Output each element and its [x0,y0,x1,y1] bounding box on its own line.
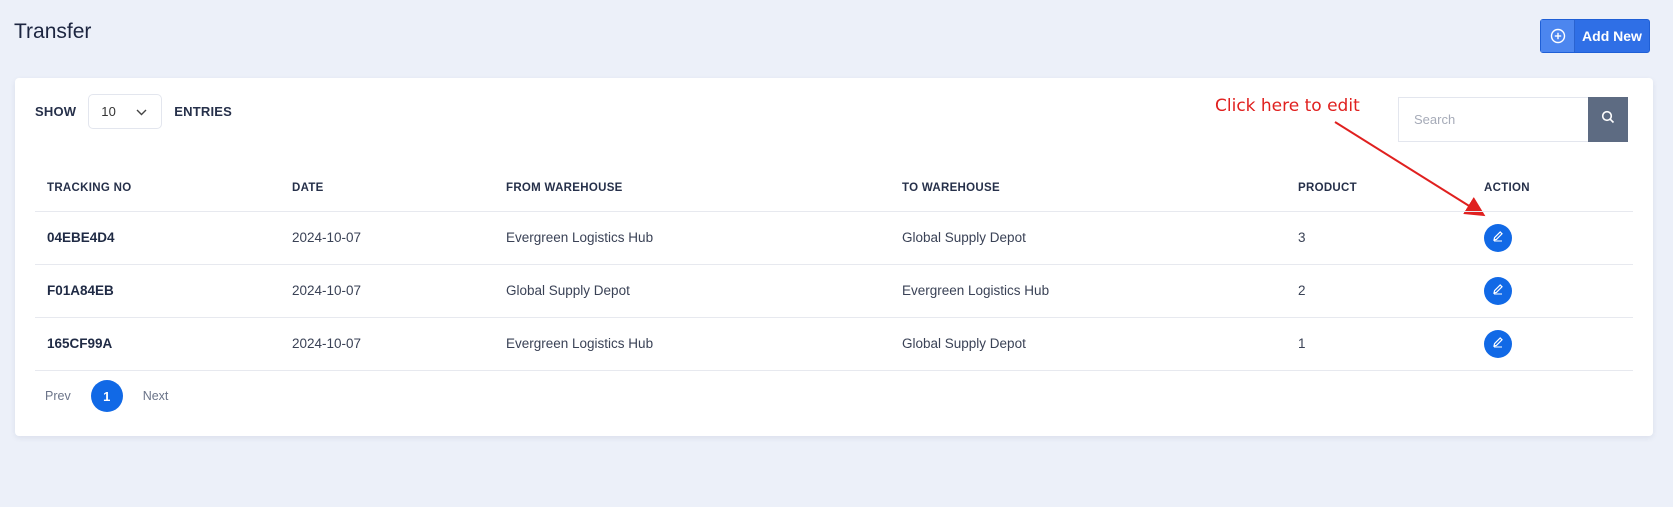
tracking-no-cell: F01A84EB [35,264,280,318]
tracking-no-cell: 165CF99A [35,317,280,371]
date-cell: 2024-10-07 [280,211,494,265]
from-warehouse-cell: Global Supply Depot [494,264,890,318]
table-row: F01A84EB 2024-10-07 Global Supply Depot … [35,264,1633,318]
edit-hint-annotation: Click here to edit [1215,96,1360,116]
search-input[interactable] [1398,97,1588,142]
search-box [1398,97,1628,142]
table-row: 04EBE4D4 2024-10-07 Evergreen Logistics … [35,211,1633,265]
search-icon [1601,110,1615,129]
to-warehouse-cell: Evergreen Logistics Hub [890,264,1286,318]
edit-button[interactable] [1484,276,1512,305]
entries-control: SHOW 10 ENTRIES [35,94,232,129]
add-new-button[interactable]: Add New [1540,19,1650,53]
column-header[interactable]: DATE [280,165,494,212]
pagination: Prev 1 Next [45,380,168,412]
to-warehouse-cell: Global Supply Depot [890,317,1286,371]
pencil-icon [1492,283,1504,298]
show-label: SHOW [35,104,77,119]
prev-page-link[interactable]: Prev [45,389,71,403]
column-header[interactable]: FROM WAREHOUSE [494,165,890,212]
transfer-table: TRACKING NO DATE FROM WAREHOUSE TO WAREH… [35,165,1633,371]
page-title: Transfer [14,20,92,43]
action-cell [1472,264,1633,318]
column-header: ACTION [1472,165,1633,212]
table-row: 165CF99A 2024-10-07 Evergreen Logistics … [35,317,1633,371]
column-header[interactable]: TO WAREHOUSE [890,165,1286,212]
action-cell [1472,211,1633,265]
search-button[interactable] [1588,97,1628,142]
to-warehouse-cell: Global Supply Depot [890,211,1286,265]
from-warehouse-cell: Evergreen Logistics Hub [494,317,890,371]
plus-circle-icon [1541,20,1575,52]
transfer-card: SHOW 10 ENTRIES Click here to edit Searc… [15,78,1653,436]
edit-button[interactable] [1484,223,1512,252]
pencil-icon [1492,230,1504,245]
entries-select[interactable]: 10 [88,94,163,129]
column-header[interactable]: TRACKING NO [35,165,280,212]
column-header[interactable]: PRODUCT [1286,165,1472,212]
action-cell [1472,317,1633,371]
date-cell: 2024-10-07 [280,317,494,371]
pencil-icon [1492,336,1504,351]
product-cell: 2 [1286,264,1472,318]
date-cell: 2024-10-07 [280,264,494,318]
edit-button[interactable] [1484,329,1512,358]
page-number-current[interactable]: 1 [90,380,123,412]
add-new-label: Add New [1582,28,1642,44]
table-header-row: TRACKING NO DATE FROM WAREHOUSE TO WAREH… [35,165,1633,212]
from-warehouse-cell: Evergreen Logistics Hub [494,211,890,265]
next-page-link[interactable]: Next [143,389,169,403]
entries-value: 10 [101,104,117,119]
chevron-down-icon [136,104,147,119]
product-cell: 1 [1286,317,1472,371]
product-cell: 3 [1286,211,1472,265]
entries-label: ENTRIES [174,104,232,119]
tracking-no-cell: 04EBE4D4 [35,211,280,265]
